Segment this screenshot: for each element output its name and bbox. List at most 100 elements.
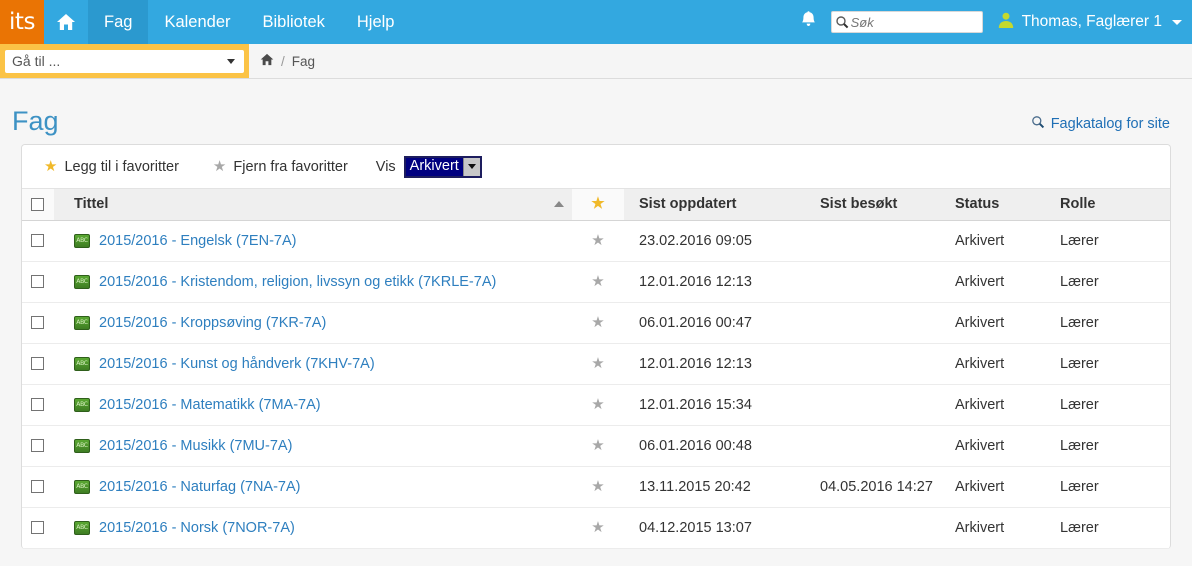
table-row: ABC 2015/2016 - Naturfag (7NA-7A) ★ 13.11.2…: [22, 466, 1170, 508]
column-header-title[interactable]: Tittel: [54, 189, 572, 221]
sort-ascending-icon: [554, 201, 564, 208]
fag-table-body: ABC 2015/2016 - Engelsk (7EN-7A) ★ 23.02.20…: [22, 220, 1170, 549]
row-role-cell: Lærer: [1060, 384, 1170, 426]
star-icon[interactable]: ★: [591, 356, 604, 371]
star-icon[interactable]: ★: [591, 438, 604, 453]
chevron-down-icon: [1172, 19, 1182, 25]
star-icon[interactable]: ★: [591, 397, 604, 412]
row-checkbox[interactable]: [31, 275, 44, 289]
row-status-cell: Arkivert: [955, 220, 1060, 262]
fag-panel: ★ Legg til i favoritter ★ Fjern fra favo…: [21, 144, 1171, 549]
star-icon[interactable]: ★: [591, 479, 604, 494]
user-menu[interactable]: Thomas, Faglærer 1: [997, 11, 1182, 34]
row-select-cell: [22, 466, 54, 508]
row-title-cell: ABC 2015/2016 - Naturfag (7NA-7A): [54, 466, 572, 508]
row-visited-cell: [805, 384, 955, 426]
row-status-cell: Arkivert: [955, 507, 1060, 549]
row-status-cell: Arkivert: [955, 343, 1060, 385]
home-icon: [56, 13, 76, 31]
row-favorite-cell: ★: [572, 220, 624, 262]
row-checkbox[interactable]: [31, 521, 44, 535]
breadcrumb-item-fag[interactable]: Fag: [292, 54, 315, 69]
row-title-link[interactable]: 2015/2016 - Engelsk (7EN-7A): [99, 233, 296, 249]
row-visited-cell: [805, 261, 955, 303]
row-title-link[interactable]: 2015/2016 - Naturfag (7NA-7A): [99, 479, 301, 495]
top-navigation-bar: its Fag Kalender Bibliotek Hjelp Søk Tho…: [0, 0, 1192, 44]
row-checkbox[interactable]: [31, 439, 44, 453]
row-checkbox[interactable]: [31, 357, 44, 371]
home-tab-button[interactable]: [44, 0, 88, 44]
fag-table: Tittel ★ Sist oppdatert Sist besøkt Stat…: [22, 189, 1170, 549]
star-icon: ★: [44, 158, 58, 175]
column-header-updated[interactable]: Sist oppdatert: [624, 189, 805, 221]
add-to-favorites-button[interactable]: ★ Legg til i favoritter: [38, 156, 185, 178]
vis-label: Vis: [375, 158, 396, 175]
table-row: ABC 2015/2016 - Norsk (7NOR-7A) ★ 04.12.201…: [22, 507, 1170, 549]
nav-tab-label: Bibliotek: [262, 12, 325, 31]
subject-icon: ABC: [74, 520, 90, 535]
row-role-cell: Lærer: [1060, 220, 1170, 262]
star-icon[interactable]: ★: [591, 274, 604, 289]
star-icon[interactable]: ★: [591, 520, 604, 535]
column-header-visited[interactable]: Sist besøkt: [805, 189, 955, 221]
row-select-cell: [22, 343, 54, 385]
nav-tab-label: Fag: [104, 12, 133, 31]
row-updated-cell: 12.01.2016 12:13: [624, 343, 805, 385]
row-title-link[interactable]: 2015/2016 - Musikk (7MU-7A): [99, 438, 292, 454]
subject-icon: ABC: [74, 397, 90, 412]
remove-from-favorites-label: Fjern fra favoritter: [233, 158, 348, 175]
row-title-link[interactable]: 2015/2016 - Kunst og håndverk (7KHV-7A): [99, 356, 375, 372]
subject-icon: ABC: [74, 479, 90, 494]
row-checkbox[interactable]: [31, 480, 44, 494]
row-title-cell: ABC 2015/2016 - Engelsk (7EN-7A): [54, 220, 572, 262]
row-role-cell: Lærer: [1060, 507, 1170, 549]
row-title-link[interactable]: 2015/2016 - Norsk (7NOR-7A): [99, 520, 295, 536]
visibility-filter-select[interactable]: Arkivert: [403, 155, 482, 178]
add-to-favorites-label: Legg til i favoritter: [64, 158, 179, 175]
row-checkbox[interactable]: [31, 234, 44, 248]
column-header-favorite[interactable]: ★: [572, 189, 624, 221]
visibility-filter-value: Arkivert: [405, 157, 463, 176]
nav-tab-bibliotek[interactable]: Bibliotek: [247, 0, 341, 44]
global-search-box[interactable]: [830, 11, 983, 33]
search-input[interactable]: [848, 13, 982, 31]
row-updated-cell: 13.11.2015 20:42: [624, 466, 805, 508]
row-role-cell: Lærer: [1060, 343, 1170, 385]
user-avatar-icon: [997, 11, 1015, 34]
select-all-checkbox[interactable]: [31, 197, 44, 211]
row-title-link[interactable]: 2015/2016 - Kristendom, religion, livssy…: [99, 274, 496, 290]
panel-toolbar: ★ Legg til i favoritter ★ Fjern fra favo…: [22, 145, 1170, 189]
its-logo[interactable]: its: [0, 0, 44, 44]
top-navigation-right: Thomas, Faglærer 1: [787, 0, 1192, 44]
column-header-status[interactable]: Status: [955, 189, 1060, 221]
subject-icon: ABC: [74, 438, 90, 453]
table-row: ABC 2015/2016 - Engelsk (7EN-7A) ★ 23.02.20…: [22, 220, 1170, 262]
chevron-down-icon[interactable]: [462, 157, 480, 176]
subject-icon: ABC: [74, 274, 90, 289]
nav-tab-kalender[interactable]: Kalender: [148, 0, 246, 44]
star-icon[interactable]: ★: [591, 233, 604, 248]
home-icon[interactable]: [260, 53, 274, 69]
row-checkbox[interactable]: [31, 398, 44, 412]
table-row: ABC 2015/2016 - Kroppsøving (7KR-7A) ★ 06.0…: [22, 302, 1170, 344]
nav-tab-label: Kalender: [164, 12, 231, 31]
star-icon[interactable]: ★: [591, 315, 604, 330]
row-title-link[interactable]: 2015/2016 - Kroppsøving (7KR-7A): [99, 315, 326, 331]
column-header-updated-label: Sist oppdatert: [639, 196, 737, 213]
row-title-cell: ABC 2015/2016 - Kristendom, religion, liv…: [54, 261, 572, 303]
row-favorite-cell: ★: [572, 384, 624, 426]
fagkatalog-link-label: Fagkatalog for site: [1050, 116, 1170, 132]
nav-tab-fag[interactable]: Fag: [88, 0, 149, 44]
user-name-label: Thomas, Faglærer 1: [1021, 13, 1162, 30]
star-icon: ★: [591, 195, 605, 213]
row-title-link[interactable]: 2015/2016 - Matematikk (7MA-7A): [99, 397, 321, 413]
fagkatalog-link[interactable]: Fagkatalog for site: [1031, 115, 1170, 135]
row-checkbox[interactable]: [31, 316, 44, 330]
search-icon: [835, 15, 849, 29]
column-header-role[interactable]: Rolle: [1060, 189, 1170, 221]
nav-tab-hjelp[interactable]: Hjelp: [341, 0, 411, 44]
subject-icon: ABC: [74, 233, 90, 248]
remove-from-favorites-button[interactable]: ★ Fjern fra favoritter: [207, 156, 354, 178]
goto-dropdown[interactable]: Gå til ...: [5, 49, 244, 73]
notifications-button[interactable]: [787, 10, 831, 34]
